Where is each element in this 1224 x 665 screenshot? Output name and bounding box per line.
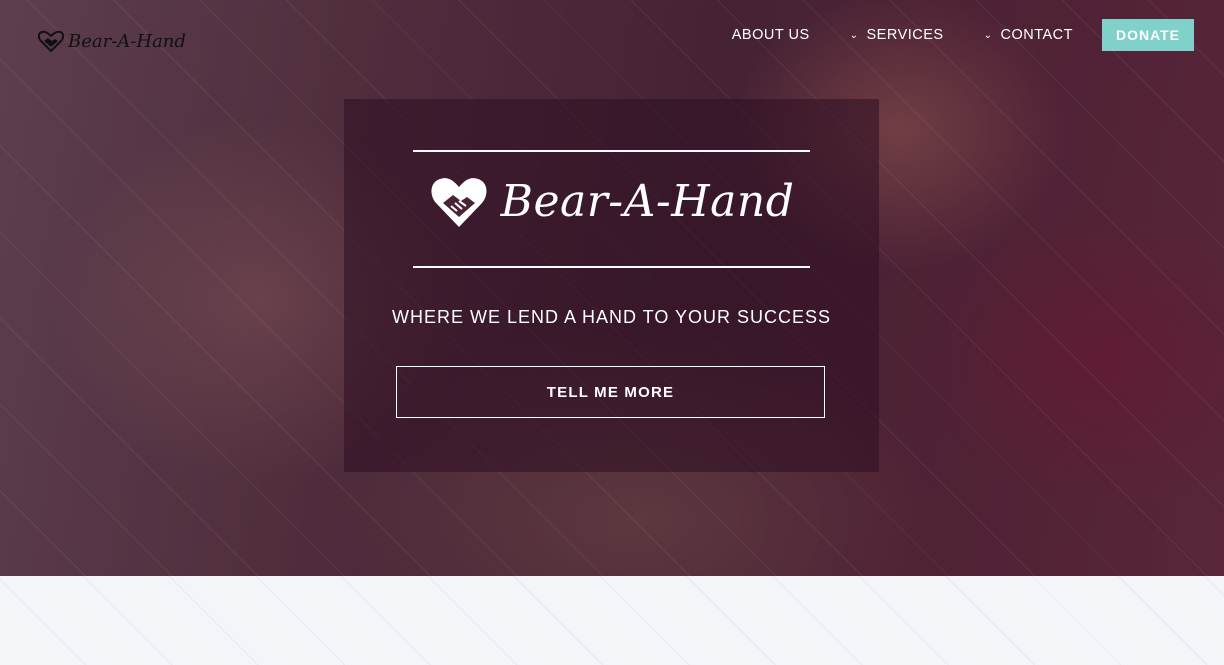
divider-bottom — [413, 266, 810, 268]
main-nav: ABOUT US ⌄ SERVICES ⌄ CONTACT DONATE — [732, 19, 1194, 51]
content-section — [0, 576, 1224, 665]
hero-brand-text: Bear-A-Hand — [500, 175, 795, 227]
divider-top — [413, 150, 810, 152]
hero-section: Bear-A-Hand ABOUT US ⌄ SERVICES ⌄ CONTAC… — [0, 0, 1224, 576]
heart-handshake-icon — [431, 178, 487, 227]
tell-me-more-button[interactable]: TELL ME MORE — [396, 366, 825, 418]
chevron-down-icon: ⌄ — [849, 29, 859, 41]
nav-services[interactable]: ⌄ SERVICES — [850, 27, 944, 43]
nav-about-us-label: ABOUT US — [731, 27, 810, 43]
hero-tagline: WHERE WE LEND A HAND TO YOUR SUCCESS — [391, 307, 832, 327]
nav-about-us[interactable]: ABOUT US — [732, 27, 810, 43]
nav-contact-label: CONTACT — [1000, 27, 1073, 43]
chevron-down-icon: ⌄ — [983, 29, 993, 41]
donate-button[interactable]: DONATE — [1102, 19, 1194, 51]
heart-handshake-icon — [38, 30, 64, 52]
nav-contact[interactable]: ⌄ CONTACT — [984, 27, 1073, 43]
hero-panel: Bear-A-Hand WHERE WE LEND A HAND TO YOUR… — [344, 99, 879, 472]
logo-text: Bear-A-Hand — [68, 30, 186, 52]
nav-services-label: SERVICES — [866, 27, 944, 43]
site-logo[interactable]: Bear-A-Hand — [38, 30, 186, 52]
hero-brand: Bear-A-Hand — [344, 173, 879, 229]
